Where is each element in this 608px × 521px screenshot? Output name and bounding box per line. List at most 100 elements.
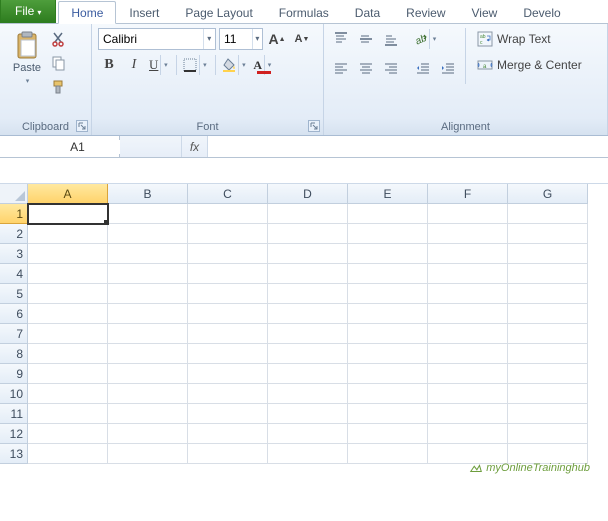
row-header-2[interactable]: 2 [0,224,28,244]
cell-C12[interactable] [188,424,268,444]
cell-G3[interactable] [508,244,588,264]
row-header-3[interactable]: 3 [0,244,28,264]
bold-button[interactable]: B [98,54,120,76]
cell-D9[interactable] [268,364,348,384]
cut-button[interactable] [50,30,68,48]
cell-G10[interactable] [508,384,588,404]
cell-A6[interactable] [28,304,108,324]
cell-E2[interactable] [348,224,428,244]
row-header-6[interactable]: 6 [0,304,28,324]
row-header-13[interactable]: 13 [0,444,28,464]
tab-page-layout[interactable]: Page Layout [172,1,265,23]
row-header-9[interactable]: 9 [0,364,28,384]
cell-A2[interactable] [28,224,108,244]
align-right-button[interactable] [380,58,402,80]
cell-E13[interactable] [348,444,428,464]
cell-A1[interactable] [28,204,108,224]
italic-button[interactable]: I [123,54,145,76]
cell-F3[interactable] [428,244,508,264]
fill-color-button[interactable]: ▾ [221,54,249,76]
tab-developer[interactable]: Develo [510,1,573,23]
cell-A13[interactable] [28,444,108,464]
row-header-5[interactable]: 5 [0,284,28,304]
column-header-F[interactable]: F [428,184,508,204]
cell-E1[interactable] [348,204,428,224]
cell-B4[interactable] [108,264,188,284]
cell-B5[interactable] [108,284,188,304]
font-size-input[interactable] [220,32,252,46]
cell-C3[interactable] [188,244,268,264]
cell-E5[interactable] [348,284,428,304]
cell-F4[interactable] [428,264,508,284]
column-header-C[interactable]: C [188,184,268,204]
font-name-combo[interactable]: ▾ [98,28,216,50]
cell-B7[interactable] [108,324,188,344]
row-header-11[interactable]: 11 [0,404,28,424]
cell-D7[interactable] [268,324,348,344]
row-header-7[interactable]: 7 [0,324,28,344]
font-size-dropdown-icon[interactable]: ▾ [252,29,262,49]
insert-function-button[interactable]: fx [182,136,208,157]
row-header-10[interactable]: 10 [0,384,28,404]
cell-D11[interactable] [268,404,348,424]
select-all-corner[interactable] [0,184,28,204]
cell-B9[interactable] [108,364,188,384]
cell-B12[interactable] [108,424,188,444]
cell-C8[interactable] [188,344,268,364]
column-header-B[interactable]: B [108,184,188,204]
column-header-D[interactable]: D [268,184,348,204]
align-left-button[interactable] [330,58,352,80]
cell-C4[interactable] [188,264,268,284]
tab-data[interactable]: Data [342,1,393,23]
cell-F9[interactable] [428,364,508,384]
column-header-E[interactable]: E [348,184,428,204]
align-middle-button[interactable] [355,28,377,50]
cell-G6[interactable] [508,304,588,324]
cell-G5[interactable] [508,284,588,304]
cell-D1[interactable] [268,204,348,224]
cell-G12[interactable] [508,424,588,444]
increase-indent-button[interactable] [437,58,459,80]
orientation-button[interactable]: ab▾ [412,28,440,50]
cell-B8[interactable] [108,344,188,364]
align-center-button[interactable] [355,58,377,80]
cell-C1[interactable] [188,204,268,224]
cell-A12[interactable] [28,424,108,444]
tab-home[interactable]: Home [58,1,116,24]
cell-C2[interactable] [188,224,268,244]
merge-center-button[interactable]: a Merge & Center [472,54,587,76]
cell-C6[interactable] [188,304,268,324]
cell-G2[interactable] [508,224,588,244]
cell-C11[interactable] [188,404,268,424]
cell-B13[interactable] [108,444,188,464]
cell-A8[interactable] [28,344,108,364]
cell-D6[interactable] [268,304,348,324]
cell-A11[interactable] [28,404,108,424]
align-top-button[interactable] [330,28,352,50]
cell-C10[interactable] [188,384,268,404]
cell-D3[interactable] [268,244,348,264]
clipboard-launcher[interactable] [76,120,88,132]
cell-A7[interactable] [28,324,108,344]
tab-review[interactable]: Review [393,1,458,23]
cell-B6[interactable] [108,304,188,324]
cell-F1[interactable] [428,204,508,224]
name-box[interactable]: ▾ [0,136,120,157]
cell-C9[interactable] [188,364,268,384]
paste-button[interactable]: Paste [6,28,48,96]
format-painter-button[interactable] [50,78,68,96]
cell-A5[interactable] [28,284,108,304]
increase-font-button[interactable]: A▲ [266,28,288,50]
tab-insert[interactable]: Insert [116,1,172,23]
font-name-input[interactable] [99,32,203,46]
cell-D13[interactable] [268,444,348,464]
decrease-font-button[interactable]: A▼ [291,28,313,50]
wrap-text-button[interactable]: abc Wrap Text [472,28,587,50]
cell-E7[interactable] [348,324,428,344]
cell-A3[interactable] [28,244,108,264]
cell-D2[interactable] [268,224,348,244]
cell-E4[interactable] [348,264,428,284]
cell-G1[interactable] [508,204,588,224]
font-color-button[interactable]: A▾ [252,54,275,76]
cell-F11[interactable] [428,404,508,424]
